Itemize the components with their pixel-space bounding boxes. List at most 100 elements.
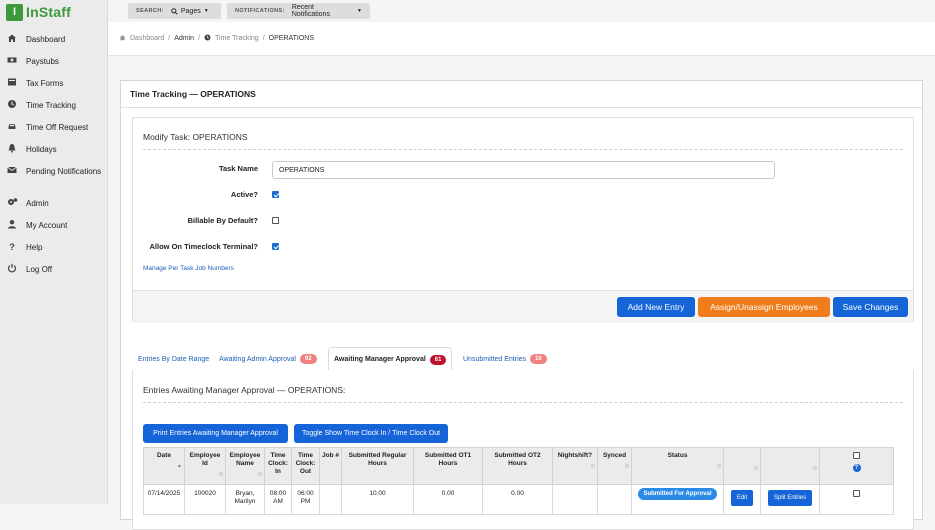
- logo[interactable]: I InStaff: [6, 3, 71, 21]
- task-name-row: Task Name: [133, 161, 913, 179]
- column-header-employee-id[interactable]: Employee Id ◇: [184, 447, 226, 485]
- search-value: Pages: [180, 7, 201, 15]
- column-header-split: ◇: [760, 447, 820, 485]
- save-changes-button[interactable]: Save Changes: [833, 297, 908, 317]
- sidebar-item-holidays[interactable]: Holidays: [0, 143, 108, 165]
- billable-checkbox[interactable]: [272, 217, 279, 224]
- breadcrumb: Dashboard / Admin / Time Tracking / OPER…: [108, 22, 935, 56]
- sidebar-item-pending-notifications[interactable]: Pending Notifications: [0, 165, 108, 197]
- sidebar-item-tax-forms[interactable]: Tax Forms: [0, 77, 108, 99]
- cell-employee-id: 100020: [184, 484, 226, 515]
- awaiting-approval-section: Entries Awaiting Manager Approval — OPER…: [132, 370, 914, 530]
- cogs-icon: [6, 197, 18, 209]
- column-header-status[interactable]: Status ◇: [631, 447, 724, 485]
- billable-label: Billable By Default?: [187, 216, 258, 225]
- sidebar-item-time-tracking[interactable]: Time Tracking: [0, 99, 108, 121]
- logo-text: InStaff: [26, 4, 71, 20]
- cell-job: [319, 484, 342, 515]
- sidebar-item-label: Dashboard: [26, 35, 66, 44]
- cell-ot2-hours: 0.00: [482, 484, 553, 515]
- topbar: SEARCH: Pages ▼ NOTIFICATIONS: Recent No…: [108, 0, 935, 22]
- column-header-regular-hours[interactable]: Submitted Regular Hours: [341, 447, 414, 485]
- active-checkbox[interactable]: [272, 191, 279, 198]
- clock-icon: [6, 99, 18, 111]
- cell-status: Submitted For Approval: [631, 484, 724, 515]
- tab-entries-by-date-range[interactable]: Entries By Date Range: [138, 347, 209, 371]
- column-header-label: Synced: [602, 452, 627, 459]
- column-header-label: Job #: [322, 452, 339, 459]
- main-panel: Time Tracking — OPERATIONS Modify Task: …: [120, 80, 923, 530]
- car-icon: [6, 121, 18, 133]
- column-header-clock-in[interactable]: Time Clock: In: [264, 447, 292, 485]
- tab-unsubmitted-entries[interactable]: Unsubmitted Entries 10: [463, 347, 547, 371]
- status-badge: Submitted For Approval: [638, 488, 717, 500]
- sidebar-item-paystubs[interactable]: Paystubs: [0, 55, 108, 77]
- column-header-label: Status: [667, 452, 688, 459]
- sidebar-item-label: Log Off: [26, 265, 53, 274]
- column-header-nightshift[interactable]: Nightshift? ◇: [552, 447, 598, 485]
- toggle-clock-columns-button[interactable]: Toggle Show Time Clock In / Time Clock O…: [294, 424, 448, 443]
- assign-employees-button[interactable]: Assign/Unassign Employees: [698, 297, 830, 317]
- task-name-input[interactable]: [272, 161, 775, 179]
- breadcrumb-separator: /: [262, 35, 265, 42]
- column-header-label: Submitted Regular Hours: [348, 452, 407, 467]
- column-header-label: Time Clock: In: [268, 452, 288, 475]
- active-row: Active?: [133, 187, 913, 205]
- manage-job-numbers-link[interactable]: Manage Per Task Job Numbers: [143, 265, 234, 272]
- sort-icon: ◇: [813, 465, 817, 471]
- column-header-job[interactable]: Job #: [319, 447, 342, 485]
- sidebar-item-admin[interactable]: Admin: [0, 197, 108, 219]
- column-header-synced[interactable]: Synced ◇: [597, 447, 632, 485]
- sort-icon: ◇: [754, 465, 758, 471]
- sidebar-item-log-off[interactable]: Log Off: [0, 263, 108, 285]
- breadcrumb-current: OPERATIONS: [268, 35, 315, 42]
- sidebar-item-label: Time Tracking: [26, 101, 76, 110]
- table-header-row: Date ▲ Employee Id ◇ Employee Name ◇ Tim…: [143, 447, 894, 485]
- search-dropdown[interactable]: SEARCH: Pages ▼: [128, 3, 221, 19]
- select-all-checkbox[interactable]: [853, 452, 860, 459]
- sidebar-item-help[interactable]: ? Help: [0, 241, 108, 263]
- notifications-dropdown[interactable]: NOTIFICATIONS: Recent Notifications ▼: [227, 3, 370, 19]
- add-new-entry-button[interactable]: Add New Entry: [617, 297, 695, 317]
- tab-label: Entries By Date Range: [138, 355, 210, 363]
- tab-label: Awaiting Admin Approval: [219, 355, 296, 363]
- home-icon: [6, 33, 18, 45]
- breadcrumb-time-tracking[interactable]: Time Tracking: [215, 35, 259, 42]
- envelope-icon: [6, 165, 18, 177]
- column-header-label: Employee Id: [189, 452, 221, 467]
- print-entries-button[interactable]: Print Entries Awaiting Manager Approval: [143, 424, 288, 443]
- sidebar-item-label: Help: [26, 243, 43, 252]
- sidebar-item-time-off-request[interactable]: Time Off Request: [0, 121, 108, 143]
- column-header-label: Date: [156, 452, 172, 459]
- help-icon[interactable]: ?: [852, 464, 861, 472]
- modify-task-section: Modify Task: OPERATIONS Task Name Active…: [132, 117, 914, 323]
- power-icon: [6, 263, 18, 275]
- count-badge: 10: [530, 354, 547, 364]
- notifications-caption: NOTIFICATIONS:: [235, 8, 285, 14]
- table-row: 07/14/2025 100020 Bryan, Marilyn 08:00 A…: [143, 484, 894, 515]
- column-header-label: Time Clock: Out: [295, 452, 316, 475]
- breadcrumb-dashboard[interactable]: Dashboard: [130, 35, 164, 42]
- sidebar-item-label: Pending Notifications: [26, 167, 102, 176]
- column-header-ot1-hours[interactable]: Submitted OT1 Hours: [413, 447, 483, 485]
- bell-icon: [6, 143, 18, 155]
- column-header-ot2-hours[interactable]: Submitted OT2 Hours: [482, 447, 553, 485]
- allow-timeclock-checkbox[interactable]: [272, 243, 279, 250]
- notifications-value: Recent Notifications: [291, 4, 330, 18]
- user-icon: [6, 219, 18, 231]
- divider: [143, 402, 903, 403]
- tab-awaiting-manager-approval[interactable]: Awaiting Manager Approval 61: [328, 347, 453, 372]
- breadcrumb-admin[interactable]: Admin: [174, 35, 194, 42]
- column-header-date[interactable]: Date ▲: [143, 447, 185, 485]
- sidebar-item-dashboard[interactable]: Dashboard: [0, 33, 108, 55]
- column-header-employee-name[interactable]: Employee Name ◇: [225, 447, 265, 485]
- column-header-clock-out[interactable]: Time Clock: Out: [291, 447, 320, 485]
- tab-awaiting-admin-approval[interactable]: Awaiting Admin Approval 92: [219, 347, 317, 371]
- sidebar-item-label: Admin: [26, 199, 49, 208]
- cell-select: [819, 484, 894, 515]
- row-select-checkbox[interactable]: [853, 490, 860, 497]
- cell-clock-in: 08:00 AM: [264, 484, 292, 515]
- sidebar-item-my-account[interactable]: My Account: [0, 219, 108, 241]
- tab-label: Awaiting Manager Approval: [334, 356, 426, 363]
- question-icon: ?: [9, 242, 15, 252]
